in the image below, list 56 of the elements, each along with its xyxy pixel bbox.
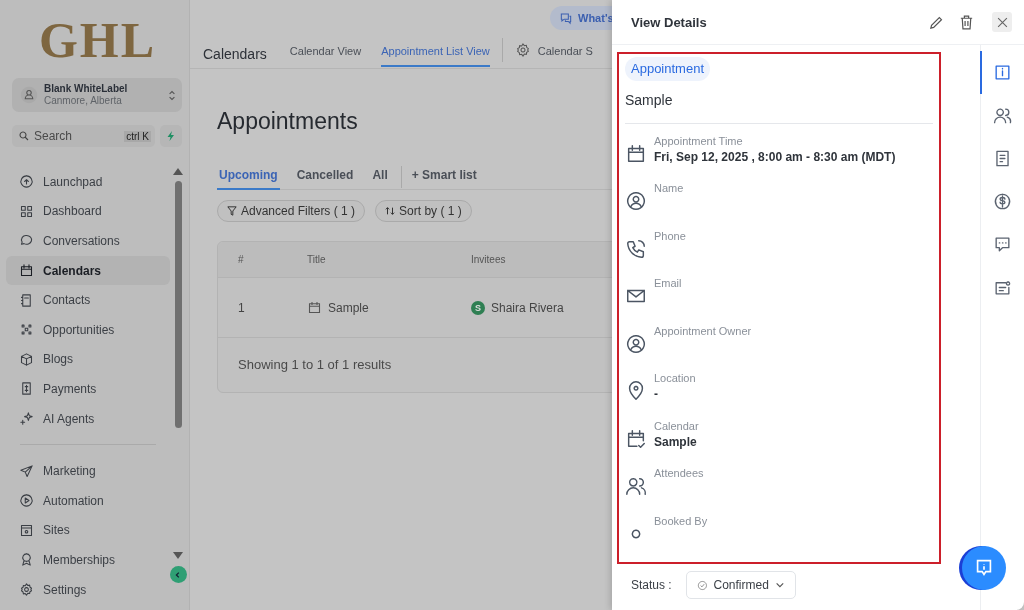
nav-item[interactable]: AI Agents — [6, 403, 170, 434]
table-cell-text: 1 — [237, 300, 246, 315]
nav-item[interactable]: Conversations — [6, 226, 170, 256]
table-cell: Shaira Rivera — [491, 300, 564, 315]
page-title: Appointments — [217, 107, 359, 136]
field-label: Phone — [654, 229, 686, 242]
nav-item[interactable]: Payments — [6, 374, 170, 404]
field-label: Email — [654, 277, 682, 289]
nav-item[interactable]: Sites — [6, 515, 170, 546]
nav-item[interactable]: Contacts — [6, 285, 170, 315]
field-value: Sample — [654, 434, 698, 449]
section-title: Calendars — [203, 46, 267, 62]
nav-item[interactable]: Settings — [6, 574, 170, 605]
filter-chip[interactable]: Advanced Filters ( 1 ) — [217, 200, 366, 222]
avatar: S — [471, 300, 485, 315]
shortcut-hint: ctrl K — [124, 130, 151, 142]
logo: GHL — [37, 12, 158, 68]
type-tag: Appointment — [625, 57, 710, 81]
view-tab[interactable]: Appointment List View — [381, 41, 490, 67]
filter-chip[interactable]: Sort by ( 1 ) — [375, 200, 472, 222]
column-header: Invitees — [471, 254, 507, 265]
view-tab[interactable]: Calendar S — [537, 41, 593, 67]
field-label: Appointment Time — [654, 134, 744, 147]
field-label: Calendar — [654, 419, 699, 432]
list-tab[interactable]: Cancelled — [294, 163, 356, 190]
appointment-title: Sample — [625, 92, 674, 108]
field-label: Booked By — [654, 514, 708, 527]
field-label: Name — [654, 182, 684, 194]
nav-item[interactable]: Opportunities — [6, 314, 170, 345]
field-label: Appointment Owner — [654, 324, 752, 337]
field-value: - — [654, 387, 659, 401]
status-dropdown[interactable]: Confirmed — [685, 571, 796, 599]
list-tab[interactable]: All — [370, 163, 390, 190]
nav-item[interactable]: Marketing — [6, 456, 170, 486]
status-label: Status : — [631, 578, 672, 592]
results-count: Showing 1 to 1 of 1 results — [237, 356, 393, 374]
field-label: Location — [654, 372, 696, 384]
field-value: Fri, Sep 12, 2025 , 8:00 am - 8:30 am (MDT) — [654, 149, 896, 164]
search-field[interactable]: Search ctrl K — [12, 125, 155, 147]
nav-item[interactable]: Launchpad — [6, 167, 170, 197]
account-location: Canmore, Alberta — [44, 95, 123, 107]
view-tab[interactable]: Calendar View — [289, 41, 362, 67]
account-name: Blank WhiteLabel — [44, 83, 129, 95]
field-label: Attendees — [654, 467, 704, 479]
nav-item[interactable]: Dashboard — [6, 196, 170, 227]
table-cell: Sample — [328, 300, 369, 315]
nav-item[interactable]: Memberships — [6, 545, 170, 575]
account-switcher[interactable]: Blank WhiteLabel Canmore, Alberta — [12, 78, 182, 112]
nav-item[interactable]: Calendars — [6, 255, 170, 286]
nav-item[interactable]: Blogs — [6, 344, 170, 375]
list-tab[interactable]: Upcoming — [217, 163, 280, 190]
column-header: Title — [307, 254, 327, 265]
smart-list-link[interactable]: + Smart list — [409, 163, 479, 190]
panel-title: View Details — [631, 14, 707, 30]
column-header: # — [237, 254, 245, 265]
nav-item[interactable]: Automation — [6, 485, 170, 516]
